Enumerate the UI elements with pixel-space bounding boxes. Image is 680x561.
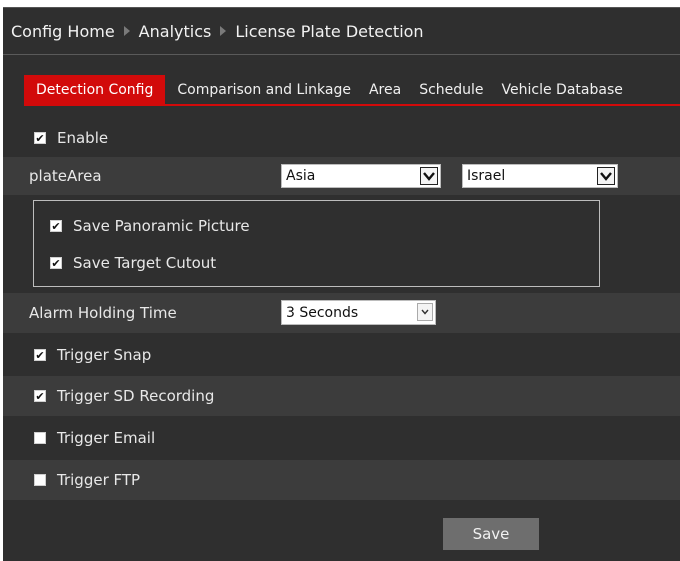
- tab-schedule[interactable]: Schedule: [409, 75, 491, 104]
- tab-comparison-and-linkage[interactable]: Comparison and Linkage: [167, 75, 359, 104]
- alarm-holding-value: 3 Seconds: [286, 304, 359, 321]
- save-cutout-label: Save Target Cutout: [73, 254, 217, 272]
- country-select-value: Israel: [467, 168, 506, 184]
- checkmark-icon: ✔: [35, 131, 45, 145]
- alarm-holding-label: Alarm Holding Time: [29, 304, 177, 322]
- enable-row: ✔ Enable: [3, 120, 680, 156]
- save-button[interactable]: Save: [443, 518, 539, 550]
- trigger-sd-row: ✔ Trigger SD Recording: [3, 376, 680, 416]
- checkmark-icon: ✔: [35, 348, 45, 362]
- breadcrumb-analytics[interactable]: Analytics: [139, 22, 212, 41]
- trigger-email-row: Trigger Email: [3, 419, 680, 457]
- chevron-down-icon[interactable]: [417, 303, 433, 321]
- trigger-email-checkbox[interactable]: [34, 432, 46, 444]
- checkmark-icon: ✔: [51, 256, 61, 270]
- breadcrumb-separator-icon: [123, 26, 130, 36]
- tab-vehicle-database[interactable]: Vehicle Database: [492, 75, 631, 104]
- alarm-holding-select[interactable]: 3 Seconds: [281, 300, 436, 325]
- checkmark-icon: ✔: [35, 389, 45, 403]
- trigger-email-label: Trigger Email: [57, 429, 156, 447]
- tab-area[interactable]: Area: [359, 75, 409, 104]
- trigger-snap-label: Trigger Snap: [57, 346, 152, 364]
- trigger-ftp-row: Trigger FTP: [3, 460, 680, 500]
- breadcrumb-license-plate-detection: License Plate Detection: [235, 21, 424, 41]
- plate-area-label: plateArea: [29, 167, 102, 185]
- breadcrumb-config-home[interactable]: Config Home: [11, 22, 115, 41]
- enable-checkbox[interactable]: ✔: [34, 132, 46, 144]
- tab-bar: Detection Config Comparison and Linkage …: [24, 75, 631, 104]
- tab-underline: [24, 104, 680, 106]
- save-panoramic-checkbox[interactable]: ✔: [50, 220, 62, 232]
- save-cutout-checkbox[interactable]: ✔: [50, 257, 62, 269]
- breadcrumb-divider: [3, 54, 680, 55]
- trigger-snap-checkbox[interactable]: ✔: [34, 349, 46, 361]
- checkmark-icon: ✔: [51, 219, 61, 233]
- region-select-value: Asia: [286, 168, 316, 184]
- trigger-sd-checkbox[interactable]: ✔: [34, 390, 46, 402]
- enable-label: Enable: [57, 129, 109, 147]
- trigger-sd-label: Trigger SD Recording: [57, 387, 215, 405]
- region-select[interactable]: Asia: [281, 164, 441, 188]
- tab-detection-config[interactable]: Detection Config: [24, 75, 166, 104]
- config-panel: Config Home Analytics License Plate Dete…: [3, 7, 680, 561]
- chevron-down-icon[interactable]: [420, 167, 438, 185]
- trigger-ftp-label: Trigger FTP: [57, 471, 141, 489]
- trigger-ftp-checkbox[interactable]: [34, 474, 46, 486]
- country-select[interactable]: Israel: [462, 164, 618, 188]
- breadcrumb-separator-icon: [220, 26, 227, 36]
- save-panoramic-row: ✔ Save Panoramic Picture: [3, 212, 680, 240]
- breadcrumb: Config Home Analytics License Plate Dete…: [3, 8, 680, 54]
- trigger-snap-row: ✔ Trigger Snap: [3, 336, 680, 374]
- chevron-down-icon[interactable]: [597, 167, 615, 185]
- save-cutout-row: ✔ Save Target Cutout: [3, 249, 680, 277]
- save-panoramic-label: Save Panoramic Picture: [73, 217, 250, 235]
